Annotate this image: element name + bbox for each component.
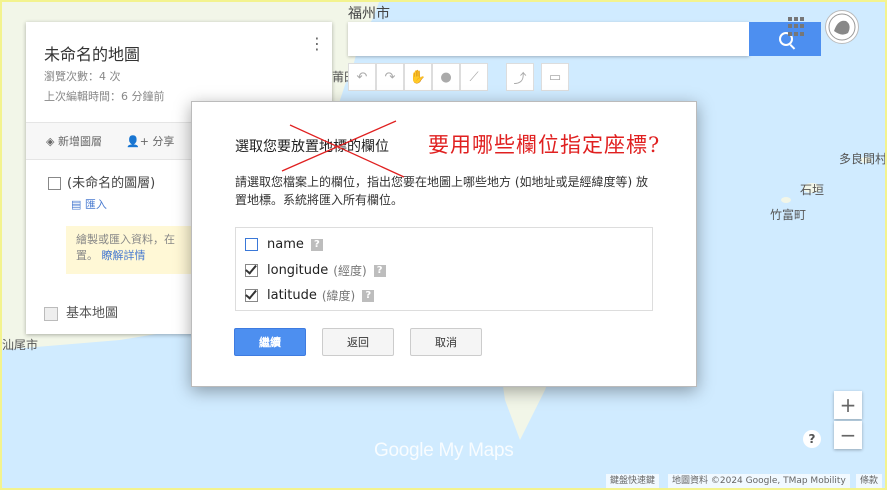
add-layer-button[interactable]: ◈ 新增圖層 [46, 133, 102, 149]
keyboard-shortcuts-link[interactable]: 鍵盤快速鍵 [606, 474, 660, 488]
basemap-item[interactable]: 基本地圖 [44, 302, 118, 321]
map-title[interactable]: 未命名的地圖 [44, 41, 140, 65]
column-label-latitude: latitude [267, 288, 317, 303]
help-icon[interactable]: ? [373, 264, 386, 277]
dialog-description: 請選取您檔案上的欄位，指出您要在地圖上哪些地方 (如地址或是經緯度等) 放置地標… [235, 175, 648, 207]
avatar-image [828, 13, 856, 41]
column-checkbox-name[interactable] [245, 238, 258, 251]
add-marker-icon[interactable]: ● [432, 63, 460, 91]
column-label-longitude: longitude [267, 263, 329, 278]
back-button[interactable]: 返回 [322, 328, 394, 356]
undo-icon[interactable]: ↶ [348, 63, 376, 91]
handwritten-annotation: 要用哪些欄位指定座標? [428, 133, 661, 157]
tip-line-1: 繪製或匯入資料，在 [76, 233, 175, 246]
column-checkbox-longitude[interactable] [245, 264, 258, 277]
layer-name: (未命名的圖層) [67, 176, 156, 191]
add-layer-label: 新增圖層 [57, 135, 102, 148]
redo-icon[interactable]: ↷ [376, 63, 404, 91]
search-button[interactable] [749, 22, 821, 56]
place-label-ishigaki: 石垣 [800, 183, 825, 197]
tip-line-2: 置。 [76, 249, 98, 262]
search-input[interactable] [348, 22, 749, 56]
basemap-label: 基本地圖 [66, 306, 119, 321]
basemap-thumb-icon [44, 306, 58, 321]
select-placemark-columns-dialog: 選取您要放置地標的欄位 要用哪些欄位指定座標? 請選取您檔案上的欄位，指出您要在… [191, 101, 697, 387]
column-option-longitude[interactable]: longitude (經度) ? [245, 262, 386, 279]
zoom-out-button[interactable]: − [834, 421, 862, 449]
red-cross-annotation [281, 120, 405, 178]
layer-item[interactable]: (未命名的圖層) [48, 172, 155, 191]
add-person-icon: 👤+ [126, 135, 149, 148]
continue-button[interactable]: 繼續 [234, 328, 306, 356]
directions-tool: ⤴ [506, 63, 534, 91]
place-label-taketomi: 竹富町 [770, 208, 807, 222]
help-icon[interactable]: ? [310, 238, 323, 251]
avatar[interactable] [825, 10, 859, 44]
google-my-maps-watermark: Google My Maps [374, 440, 514, 461]
ruler-icon[interactable]: ▭ [541, 63, 569, 91]
draw-line-icon[interactable]: ⟋ [460, 63, 488, 91]
help-icon[interactable]: ? [803, 430, 821, 448]
share-label: 分享 [152, 135, 175, 148]
column-option-name[interactable]: name ? [245, 237, 323, 252]
hand-pan-icon[interactable]: ✋ [404, 63, 432, 91]
column-hint-latitude: (緯度) [321, 289, 356, 303]
layer-visibility-checkbox[interactable] [48, 177, 61, 190]
apps-grid-icon[interactable] [788, 17, 808, 37]
view-count: 瀏覽次數：4 次 [44, 70, 121, 83]
terms-link[interactable]: 條款 [856, 474, 883, 488]
layers-icon: ◈ [46, 135, 55, 148]
last-edit-time: 上次編輯時間：6 分鐘前 [44, 90, 165, 103]
column-option-latitude[interactable]: latitude (緯度) ? [245, 287, 375, 304]
column-hint-longitude: (經度) [333, 264, 367, 278]
place-label-fuzhou: 福州市 [348, 6, 390, 22]
directions-icon[interactable]: ⤴ [506, 63, 534, 91]
column-label-name: name [267, 237, 304, 252]
import-label: 匯入 [84, 198, 107, 211]
column-list: name ? longitude (經度) ? latitude (緯度) ? [235, 227, 653, 311]
place-label-tarama: 多良間村 [839, 152, 887, 166]
file-import-icon: ▤ [71, 198, 82, 211]
help-icon[interactable]: ? [362, 289, 375, 302]
zoom-in-button[interactable]: + [834, 391, 862, 419]
learn-more-link[interactable]: 瞭解詳情 [102, 249, 146, 262]
more-options-icon[interactable]: ⋮ [309, 36, 325, 60]
map-attribution: 地圖資料 ©2024 Google, TMap Mobility [668, 474, 850, 488]
measure-tool: ▭ [541, 63, 569, 91]
map-toolbar: ↶ ↷ ✋ ● ⟋ [348, 63, 488, 91]
import-link[interactable]: ▤ 匯入 [71, 196, 107, 212]
cancel-button[interactable]: 取消 [410, 328, 482, 356]
column-checkbox-latitude[interactable] [245, 289, 258, 302]
place-label-shanwei: 汕尾市 [2, 338, 39, 352]
share-button[interactable]: 👤+ 分享 [126, 133, 174, 149]
